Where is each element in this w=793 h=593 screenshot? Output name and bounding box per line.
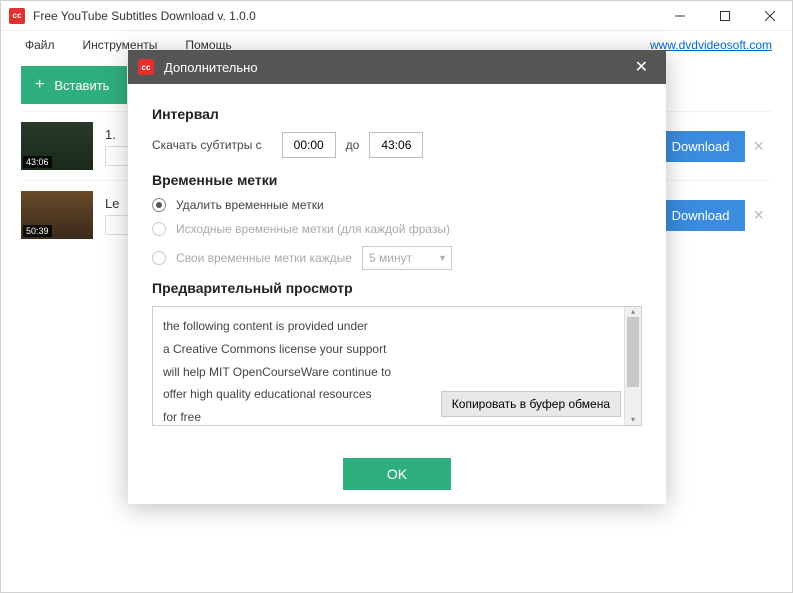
section-header-preview: Предварительный просмотр — [152, 280, 642, 296]
app-icon: cc — [138, 59, 154, 75]
scroll-down-icon[interactable]: ▾ — [625, 415, 641, 425]
titlebar: cc Free YouTube Subtitles Download v. 1.… — [1, 1, 792, 31]
scroll-up-icon[interactable]: ▴ — [625, 307, 641, 317]
radio-custom-timestamps[interactable]: Свои временные метки каждые 5 минут ▾ — [152, 246, 642, 270]
dialog-close-button[interactable]: ✕ — [627, 53, 656, 81]
dialog-footer: OK — [128, 444, 666, 504]
radio-label: Исходные временные метки (для каждой фра… — [176, 222, 450, 236]
radio-label: Удалить временные метки — [176, 198, 324, 212]
remove-item-button[interactable]: × — [745, 136, 772, 157]
preview-line: the following content is provided under — [163, 315, 617, 338]
thumbnail: 43:06 — [21, 122, 93, 170]
radio-icon — [152, 198, 166, 212]
interval-to-input[interactable] — [369, 132, 423, 158]
dialog-header: cc Дополнительно ✕ — [128, 50, 666, 84]
close-button[interactable] — [747, 1, 792, 31]
custom-interval-dropdown[interactable]: 5 минут ▾ — [362, 246, 452, 270]
interval-to-label: до — [346, 138, 360, 152]
app-icon: cc — [9, 8, 25, 24]
dialog-title: Дополнительно — [164, 60, 627, 75]
dialog-body: Интервал Скачать субтитры с до Временные… — [128, 84, 666, 444]
download-button[interactable]: Download — [656, 200, 746, 231]
chevron-down-icon: ▾ — [440, 253, 445, 264]
ok-button[interactable]: OK — [343, 458, 451, 490]
section-header-interval: Интервал — [152, 106, 642, 122]
radio-original-timestamps[interactable]: Исходные временные метки (для каждой фра… — [152, 222, 642, 236]
menu-file[interactable]: Файл — [11, 34, 69, 56]
preview-line: will help MIT OpenCourseWare continue to — [163, 361, 617, 384]
window-controls — [657, 1, 792, 31]
thumbnail: 50:39 — [21, 191, 93, 239]
paste-button[interactable]: + Вставить — [21, 66, 127, 104]
plus-icon: + — [35, 76, 44, 94]
radio-icon — [152, 251, 166, 265]
radio-icon — [152, 222, 166, 236]
dropdown-value: 5 минут — [369, 251, 412, 265]
scroll-thumb[interactable] — [627, 317, 639, 387]
download-button[interactable]: Download — [656, 131, 746, 162]
paste-label: Вставить — [54, 78, 109, 93]
preview-line: a Creative Commons license your support — [163, 338, 617, 361]
interval-from-label: Скачать субтитры с — [152, 138, 262, 152]
advanced-dialog: cc Дополнительно ✕ Интервал Скачать субт… — [128, 50, 666, 504]
radio-remove-timestamps[interactable]: Удалить временные метки — [152, 198, 642, 212]
maximize-button[interactable] — [702, 1, 747, 31]
vendor-link[interactable]: www.dvdvideosoft.com — [650, 38, 782, 52]
minimize-button[interactable] — [657, 1, 702, 31]
section-header-timestamps: Временные метки — [152, 172, 642, 188]
duration-badge: 50:39 — [23, 225, 52, 237]
interval-row: Скачать субтитры с до — [152, 132, 642, 158]
scrollbar[interactable]: ▴ ▾ — [624, 307, 641, 425]
remove-item-button[interactable]: × — [745, 205, 772, 226]
copy-to-clipboard-button[interactable]: Копировать в буфер обмена — [441, 391, 621, 417]
duration-badge: 43:06 — [23, 156, 52, 168]
interval-from-input[interactable] — [282, 132, 336, 158]
preview-box: the following content is provided under … — [152, 306, 642, 426]
radio-label: Свои временные метки каждые — [176, 251, 352, 265]
window-title: Free YouTube Subtitles Download v. 1.0.0 — [33, 9, 657, 23]
